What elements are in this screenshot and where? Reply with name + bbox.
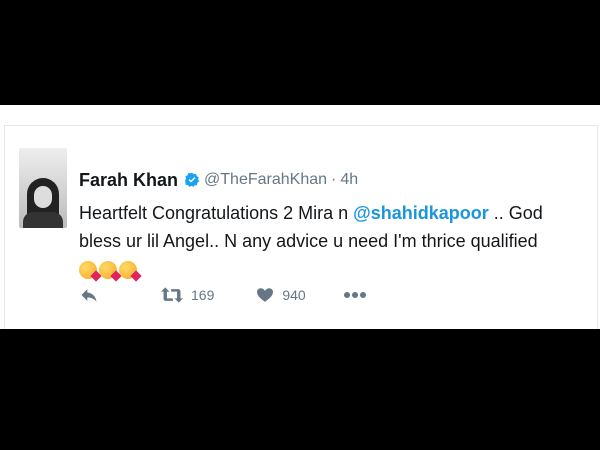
- like-button[interactable]: 940: [256, 286, 306, 304]
- avatar-face: [34, 186, 52, 208]
- kissing-face-emoji-icon: [119, 261, 137, 279]
- tweet-container: Farah Khan @TheFarahKhan · 4h Heartfelt …: [4, 125, 598, 329]
- more-button[interactable]: [343, 291, 366, 299]
- reply-button[interactable]: [79, 285, 101, 305]
- verified-badge-icon: [185, 172, 200, 187]
- avatar[interactable]: [19, 148, 67, 228]
- emoji-group: [79, 261, 137, 279]
- kissing-face-emoji-icon: [79, 261, 97, 279]
- tweet-text: Heartfelt Congratulations 2 Mira n @shah…: [79, 199, 589, 283]
- separator-dot: ·: [331, 171, 337, 188]
- retweet-button[interactable]: 169: [161, 285, 214, 305]
- kissing-face-emoji-icon: [99, 261, 117, 279]
- like-count: 940: [282, 287, 306, 303]
- reply-icon: [81, 289, 97, 302]
- tweet-text-start: Heartfelt Congratulations 2 Mira n: [79, 203, 354, 223]
- avatar-body: [23, 212, 63, 228]
- heart-icon: [257, 288, 274, 302]
- tweet-timestamp[interactable]: 4h: [340, 171, 358, 189]
- author-handle[interactable]: @TheFarahKhan: [204, 171, 327, 189]
- tweet-header: Farah Khan @TheFarahKhan · 4h: [79, 168, 358, 192]
- retweet-count: 169: [191, 287, 215, 303]
- retweet-icon: [161, 287, 183, 303]
- mention-link[interactable]: @shahidkapoor: [353, 203, 489, 223]
- tweet-actions: 169 940: [79, 283, 366, 307]
- more-icon: [343, 292, 366, 298]
- author-name[interactable]: Farah Khan: [79, 170, 178, 191]
- tweet-card: Farah Khan @TheFarahKhan · 4h Heartfelt …: [0, 105, 600, 329]
